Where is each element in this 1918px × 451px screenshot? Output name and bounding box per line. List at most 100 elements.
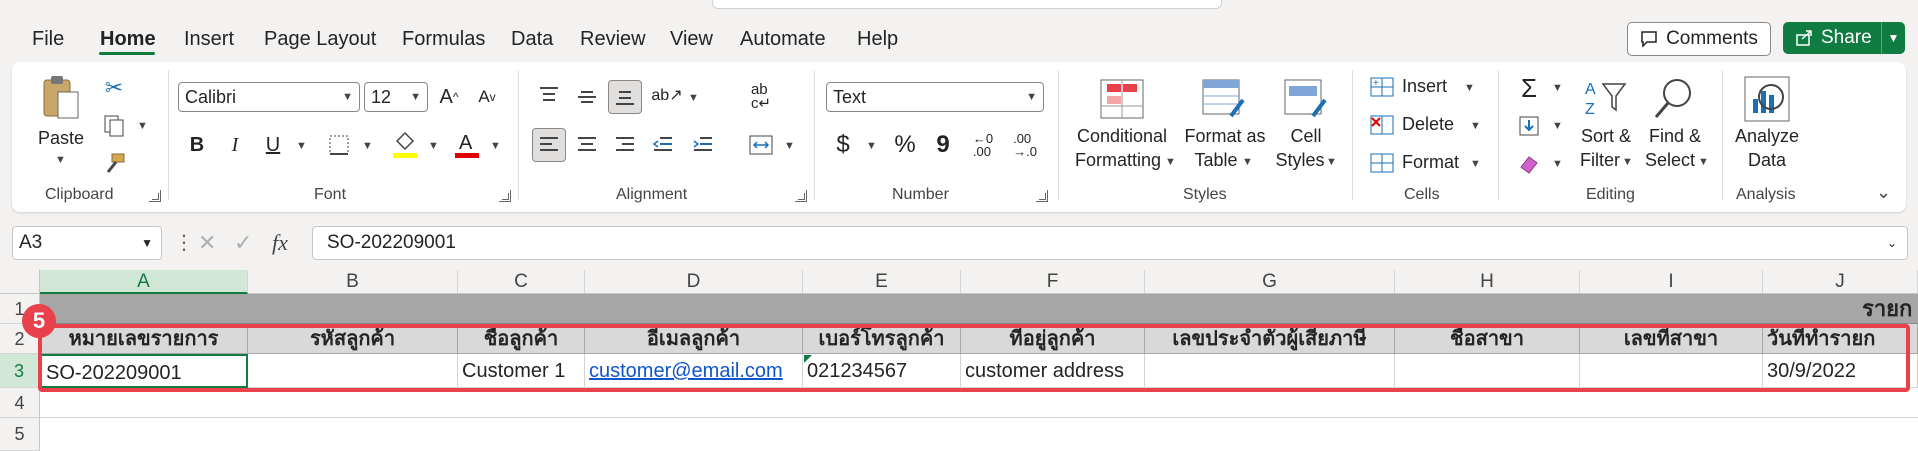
column-header-g[interactable]: G [1145, 270, 1395, 294]
wrap-text-icon[interactable]: ab c↵ [744, 80, 778, 114]
tab-page-layout[interactable]: Page Layout [264, 28, 376, 54]
orientation-icon[interactable]: ab↗ [650, 78, 684, 112]
align-center-icon[interactable] [570, 128, 604, 162]
empty-rows-area[interactable] [40, 388, 1918, 451]
confirm-entry-icon[interactable]: ✓ [234, 230, 252, 256]
tab-file[interactable]: File [32, 28, 64, 54]
increase-decimal-button[interactable]: ←0 .00 [966, 128, 1000, 162]
borders-dropdown-icon[interactable]: ▼ [362, 140, 373, 152]
font-launcher-icon[interactable] [499, 190, 511, 202]
tab-automate[interactable]: Automate [740, 28, 826, 54]
delete-cells-dropdown-icon[interactable]: ▼ [1470, 120, 1481, 132]
header-cell-d2[interactable]: อีเมลลูกค้า [585, 324, 803, 354]
paste-dropdown-icon[interactable]: ▼ [55, 154, 66, 166]
alignment-launcher-icon[interactable] [795, 190, 807, 202]
header-cell-i2[interactable]: เลขที่สาขา [1580, 324, 1763, 354]
data-cell-d3[interactable]: customer@email.com [585, 354, 803, 388]
borders-icon[interactable] [326, 132, 352, 158]
row-header-5[interactable]: 5 [0, 418, 40, 451]
merge-center-icon[interactable] [744, 130, 778, 160]
tab-insert[interactable]: Insert [184, 28, 234, 54]
delete-cells-label[interactable]: Delete [1402, 112, 1454, 136]
top-align-icon[interactable] [532, 78, 566, 112]
insert-cells-dropdown-icon[interactable]: ▼ [1464, 82, 1475, 94]
data-cell-h3[interactable] [1395, 354, 1580, 388]
title-search-box[interactable] [712, 0, 1222, 9]
fill-color-dropdown-icon[interactable]: ▼ [428, 140, 439, 152]
font-color-dropdown-icon[interactable]: ▼ [490, 140, 501, 152]
header-cell-f2[interactable]: ที่อยู่ลูกค้า [961, 324, 1145, 354]
tab-formulas[interactable]: Formulas [402, 28, 485, 54]
fill-dropdown-icon[interactable]: ▼ [1552, 120, 1563, 132]
decrease-decimal-button[interactable]: .00 →.0 [1008, 128, 1042, 162]
more-options-icon[interactable]: ⋮ [174, 230, 194, 255]
cancel-entry-icon[interactable]: ✕ [198, 230, 216, 256]
analyze-data-icon[interactable] [1742, 74, 1792, 124]
data-cell-g3[interactable] [1145, 354, 1395, 388]
data-cell-i3[interactable] [1580, 354, 1763, 388]
font-name-select[interactable]: Calibri ▼ [178, 82, 360, 112]
header-cell-a2[interactable]: หมายเลขรายการ [40, 324, 248, 354]
autosum-icon[interactable]: Σ [1514, 73, 1544, 103]
conditional-formatting-dropdown-icon[interactable]: ▼ [1165, 156, 1176, 168]
format-as-table-icon[interactable] [1200, 74, 1248, 124]
format-as-table-dropdown-icon[interactable]: ▼ [1242, 156, 1253, 168]
header-cell-j2[interactable]: วันที่ทำรายก [1763, 324, 1918, 354]
column-header-c[interactable]: C [458, 270, 585, 294]
sort-filter-dropdown-icon[interactable]: ▼ [1622, 156, 1633, 168]
conditional-formatting-icon[interactable] [1098, 74, 1146, 124]
format-cells-label[interactable]: Format [1402, 150, 1459, 174]
italic-button[interactable]: I [218, 128, 252, 162]
formula-input[interactable]: SO-202209001 ⌄ [312, 226, 1908, 260]
tab-view[interactable]: View [670, 28, 713, 54]
sort-filter-icon[interactable]: AZ [1582, 74, 1630, 122]
cell-styles-dropdown-icon[interactable]: ▼ [1326, 156, 1337, 168]
insert-cells-label[interactable]: Insert [1402, 74, 1447, 98]
fill-color-icon[interactable] [390, 128, 420, 160]
cut-icon[interactable]: ✂ [100, 74, 128, 102]
share-button[interactable]: Share ▼ [1783, 22, 1905, 54]
header-cell-h2[interactable]: ชื่อสาขา [1395, 324, 1580, 354]
copy-dropdown-icon[interactable]: ▼ [137, 120, 148, 132]
comma-style-button[interactable]: 9 [926, 128, 960, 162]
tab-data[interactable]: Data [511, 28, 553, 54]
column-header-b[interactable]: B [248, 270, 458, 294]
column-header-e[interactable]: E [803, 270, 961, 294]
row-header-4[interactable]: 4 [0, 388, 40, 418]
data-cell-a3[interactable]: SO-202209001 [40, 354, 248, 388]
column-header-d[interactable]: D [585, 270, 803, 294]
number-launcher-icon[interactable] [1036, 190, 1048, 202]
accounting-format-button[interactable]: $ [826, 128, 860, 162]
underline-button[interactable]: U [256, 128, 290, 162]
column-header-i[interactable]: I [1580, 270, 1763, 294]
paste-icon[interactable] [40, 74, 82, 122]
error-indicator-icon[interactable] [804, 355, 812, 363]
share-dropdown-icon[interactable]: ▼ [1882, 31, 1905, 45]
ribbon-collapse-icon[interactable]: ⌄ [1876, 182, 1891, 203]
insert-cells-icon[interactable]: + [1368, 74, 1396, 100]
clipboard-launcher-icon[interactable] [149, 190, 161, 202]
title-merged-cell[interactable] [40, 294, 1918, 324]
clear-icon[interactable] [1514, 150, 1544, 178]
tab-review[interactable]: Review [580, 28, 646, 54]
decrease-font-size-icon[interactable]: Av [470, 80, 504, 114]
underline-dropdown-icon[interactable]: ▼ [296, 140, 307, 152]
data-cell-e3[interactable]: 021234567 [803, 354, 961, 388]
cell-styles-icon[interactable] [1282, 74, 1330, 124]
data-cell-b3[interactable] [248, 354, 458, 388]
accounting-dropdown-icon[interactable]: ▼ [866, 140, 877, 152]
bottom-align-icon[interactable] [608, 80, 642, 114]
copy-icon[interactable] [100, 112, 128, 140]
data-cell-c3[interactable]: Customer 1 [458, 354, 585, 388]
select-all-corner[interactable] [0, 270, 40, 294]
number-format-select[interactable]: Text ▼ [826, 82, 1044, 112]
data-cell-f3[interactable]: customer address [961, 354, 1145, 388]
find-select-icon[interactable] [1650, 74, 1698, 122]
align-right-icon[interactable] [608, 128, 642, 162]
row-header-3[interactable]: 3 [0, 354, 40, 388]
insert-function-icon[interactable]: fx [272, 230, 288, 256]
tab-help[interactable]: Help [857, 28, 898, 54]
format-painter-icon[interactable] [100, 150, 128, 178]
data-cell-j3[interactable]: 30/9/2022 [1763, 354, 1918, 388]
tab-home[interactable]: Home [100, 28, 156, 54]
